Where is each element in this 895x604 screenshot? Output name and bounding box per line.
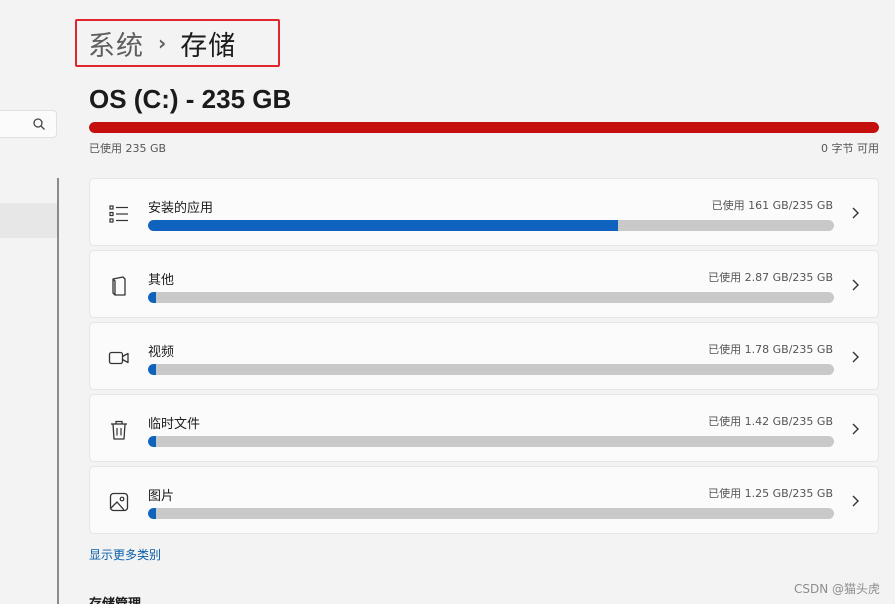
chevron-right-icon xyxy=(852,207,859,219)
category-usage-bar xyxy=(148,220,834,231)
drive-title: OS (C:) - 235 GB xyxy=(89,84,292,114)
storage-category-list: 安装的应用 已使用 161 GB/235 GB 其他 已使用 2.87 GB/2… xyxy=(89,178,879,538)
storage-settings-page: 系统 › 存储 OS (C:) - 235 GB 已使用 235 GB 0 字节… xyxy=(0,0,895,604)
search-icon xyxy=(33,118,45,130)
sidebar-search-input[interactable] xyxy=(0,110,57,138)
sidebar-item-system[interactable] xyxy=(0,203,57,238)
sidebar-scrollbar[interactable] xyxy=(57,178,59,604)
category-label: 图片 xyxy=(148,489,175,504)
category-usage-bar-fill xyxy=(148,364,156,375)
category-usage: 已使用 161 GB/235 GB xyxy=(711,199,833,212)
category-card-pictures[interactable]: 图片 已使用 1.25 GB/235 GB xyxy=(89,466,879,534)
video-icon xyxy=(108,351,129,365)
chevron-right-icon xyxy=(852,423,859,435)
category-usage-bar-fill xyxy=(148,436,156,447)
category-usage-bar xyxy=(148,436,834,447)
category-usage: 已使用 1.78 GB/235 GB xyxy=(708,343,833,356)
trash-icon xyxy=(111,420,127,440)
category-card-installed-apps[interactable]: 安装的应用 已使用 161 GB/235 GB xyxy=(89,178,879,246)
category-usage: 已使用 1.42 GB/235 GB xyxy=(708,415,833,428)
category-usage-bar-fill xyxy=(148,508,156,519)
category-card-videos[interactable]: 视频 已使用 1.78 GB/235 GB xyxy=(89,322,879,390)
drive-usage-bar xyxy=(89,122,879,133)
breadcrumb: 系统 › 存储 xyxy=(75,19,280,67)
breadcrumb-separator: › xyxy=(158,31,167,55)
storage-management-heading: 存储管理 xyxy=(89,593,141,604)
category-card-other[interactable]: 其他 已使用 2.87 GB/235 GB xyxy=(89,250,879,318)
image-icon xyxy=(109,492,129,512)
category-card-temp-files[interactable]: 临时文件 已使用 1.42 GB/235 GB xyxy=(89,394,879,462)
breadcrumb-current: 存储 xyxy=(180,30,237,62)
category-label: 临时文件 xyxy=(148,417,201,432)
show-more-categories-link[interactable]: 显示更多类别 xyxy=(89,546,161,563)
category-usage: 已使用 1.25 GB/235 GB xyxy=(708,487,833,500)
category-label: 其他 xyxy=(148,273,175,288)
category-usage: 已使用 2.87 GB/235 GB xyxy=(708,271,833,284)
category-usage-bar-fill xyxy=(148,220,618,231)
category-usage-bar xyxy=(148,292,834,303)
drive-used-label: 已使用 235 GB xyxy=(89,142,167,155)
drive-usage-bar-fill xyxy=(89,122,879,133)
category-usage-bar xyxy=(148,364,834,375)
list-icon xyxy=(109,205,128,223)
document-icon xyxy=(112,276,126,296)
watermark: CSDN @猫头虎 xyxy=(793,582,880,596)
chevron-right-icon xyxy=(852,351,859,363)
category-usage-bar-fill xyxy=(148,292,157,303)
category-label: 安装的应用 xyxy=(148,201,214,216)
breadcrumb-parent-link[interactable]: 系统 xyxy=(88,24,144,63)
chevron-right-icon xyxy=(852,279,859,291)
category-label: 视频 xyxy=(148,345,175,360)
chevron-right-icon xyxy=(852,495,859,507)
drive-free-label: 0 字节 可用 xyxy=(821,142,879,155)
category-usage-bar xyxy=(148,508,834,519)
